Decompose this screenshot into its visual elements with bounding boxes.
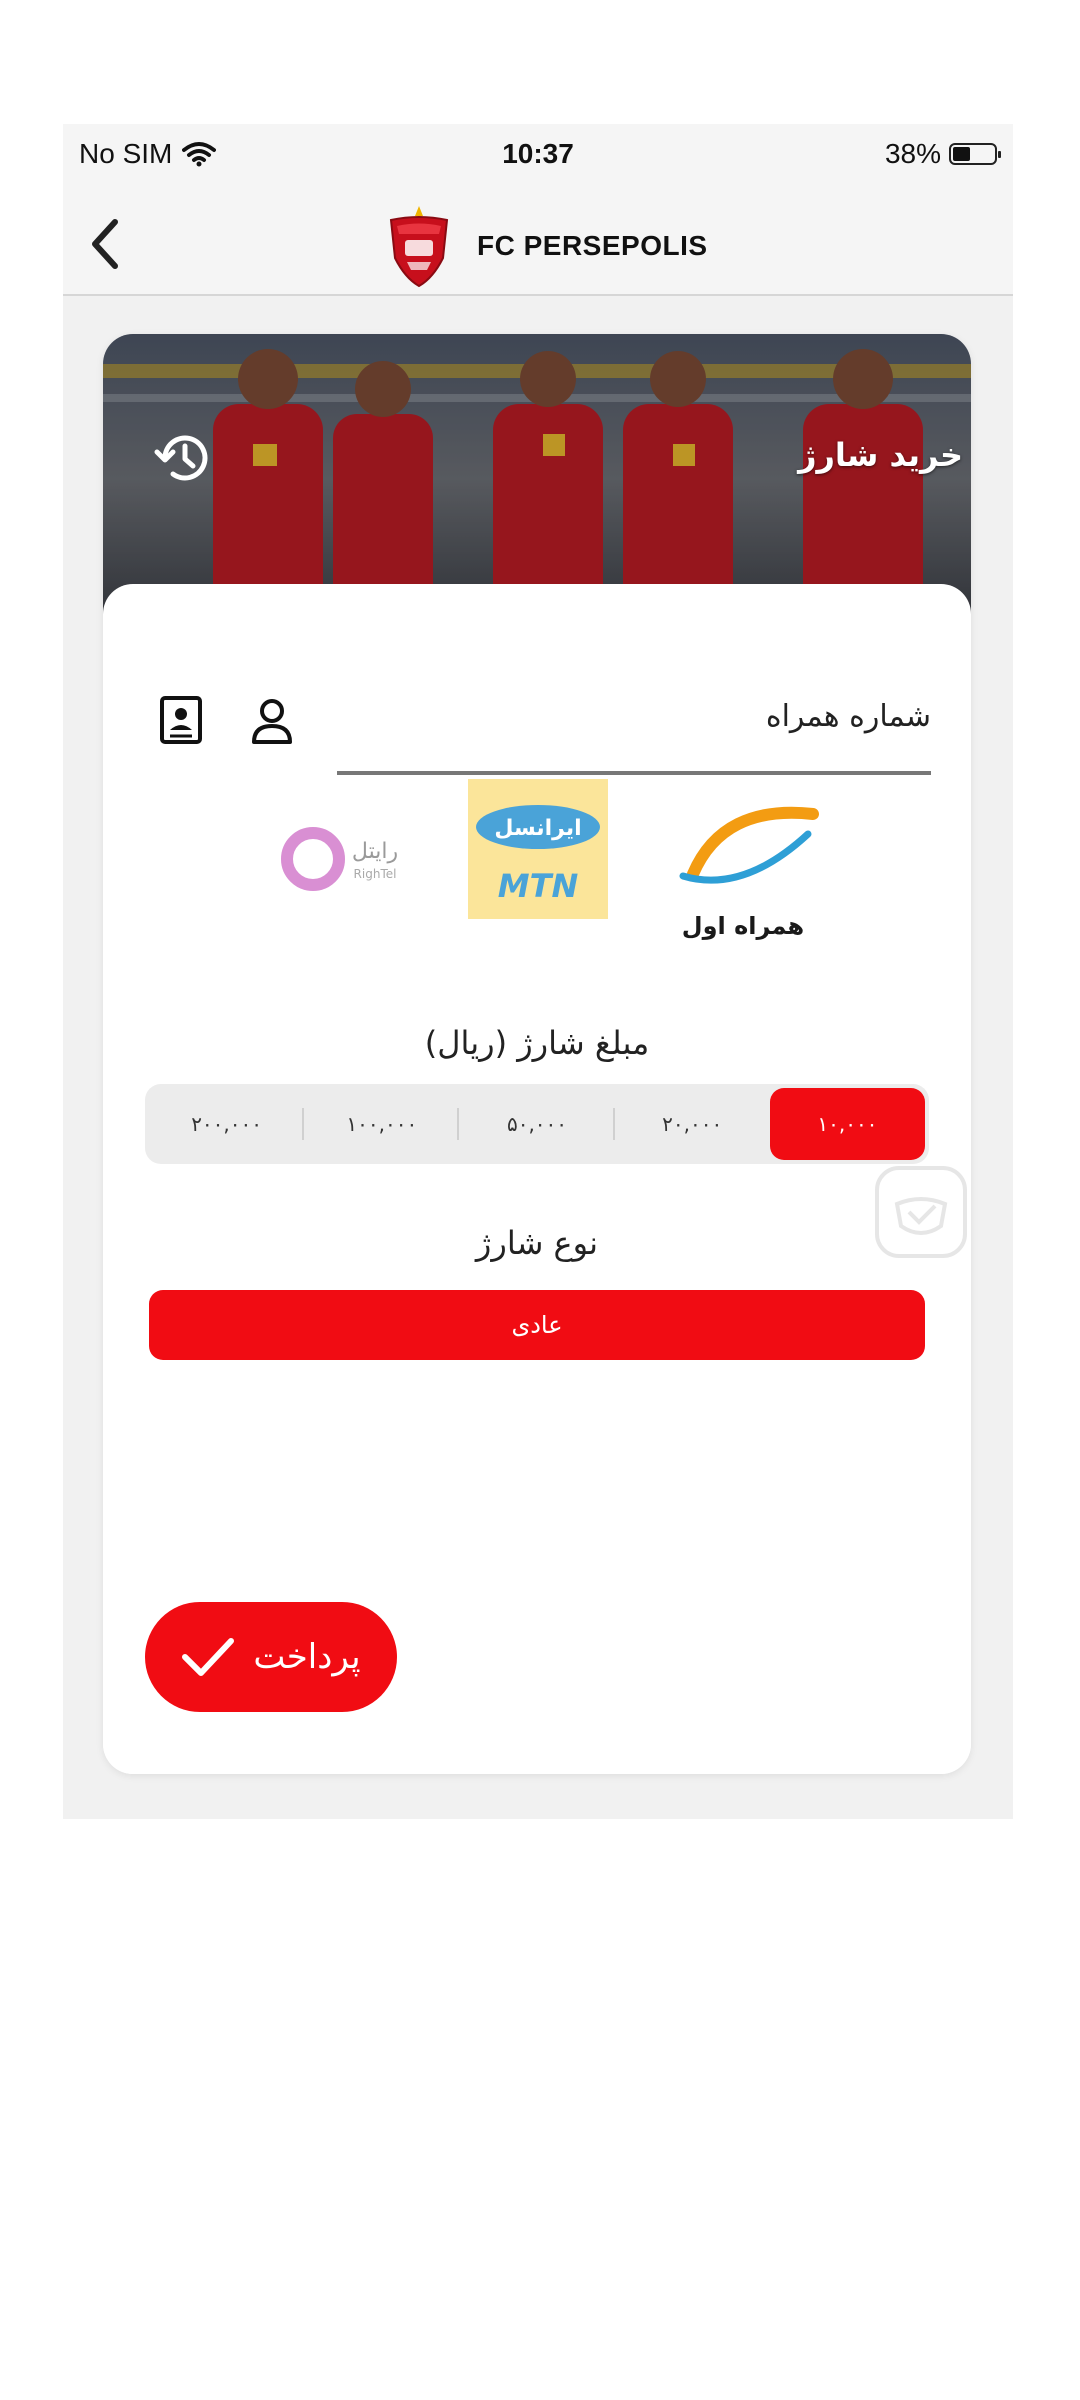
operator-rightel[interactable]: رایتل RighTel: [273, 784, 413, 944]
app-watermark-icon: [875, 1166, 967, 1258]
phone-number-input[interactable]: [337, 771, 931, 775]
irancell-logo: ایرانسل MTN: [468, 779, 608, 919]
pay-button[interactable]: پرداخت: [145, 1602, 397, 1712]
hero-team-photo: [103, 334, 971, 624]
amount-title: مبلغ شارژ (ریال): [424, 1024, 650, 1062]
operator-rightel-label: رایتل: [352, 839, 398, 864]
operator-irancell-label: ایرانسل: [494, 816, 581, 841]
charge-card: خرید شارژ شماره همراه همراه اول ایرانسل …: [103, 334, 971, 1774]
amount-option[interactable]: ۵۰,۰۰۰: [459, 1088, 615, 1160]
amount-option[interactable]: ۲۰,۰۰۰: [615, 1088, 770, 1160]
operator-hamrah-aval-label: همراه اول: [682, 912, 804, 940]
persepolis-crest-icon: [389, 206, 449, 288]
amount-option[interactable]: ۲۰۰,۰۰۰: [149, 1088, 305, 1160]
battery-fill: [953, 147, 970, 161]
person-icon[interactable]: [248, 696, 296, 746]
operator-irancell[interactable]: ایرانسل MTN: [468, 779, 608, 919]
form-sheet: شماره همراه همراه اول ایرانسل MTN رایتل …: [103, 584, 971, 1774]
charge-type-regular-button[interactable]: عادی: [149, 1290, 925, 1360]
battery-percent: 38%: [884, 138, 941, 169]
pay-button-label: پرداخت: [253, 1637, 361, 1677]
amount-selector: ۱۰,۰۰۰ ۲۰,۰۰۰ ۵۰,۰۰۰ ۱۰۰,۰۰۰ ۲۰۰,۰۰۰: [145, 1084, 929, 1164]
operator-rightel-sublabel: RighTel: [354, 867, 397, 881]
amount-option[interactable]: ۱۰۰,۰۰۰: [304, 1088, 460, 1160]
header-title: FC PERSEPOLIS: [477, 230, 708, 261]
contact-book-icon[interactable]: [157, 694, 205, 746]
chevron-left-icon[interactable]: [81, 214, 131, 274]
app-screen: No SIM 10:37 38% FC PERSEPOLIS خرید شارژ…: [63, 124, 1013, 1819]
nav-bar: FC PERSEPOLIS: [63, 194, 1013, 296]
status-bar: No SIM 10:37 38%: [63, 124, 1013, 194]
operator-hamrah-aval[interactable]: همراه اول: [663, 784, 823, 944]
history-icon[interactable]: [151, 426, 215, 490]
hero-title: خرید شارژ: [798, 436, 963, 474]
checkmark-icon: [182, 1638, 235, 1676]
status-time: 10:37: [502, 138, 574, 169]
status-right: 38%: [884, 138, 1001, 170]
charge-type-title: نوع شارژ: [475, 1224, 599, 1262]
amount-option[interactable]: ۱۰,۰۰۰: [769, 1088, 925, 1160]
phone-number-label: شماره همراه: [765, 699, 931, 734]
operator-irancell-sublabel: MTN: [498, 867, 579, 905]
battery-icon: [949, 143, 1001, 165]
header-brand: FC PERSEPOLIS: [383, 204, 708, 288]
